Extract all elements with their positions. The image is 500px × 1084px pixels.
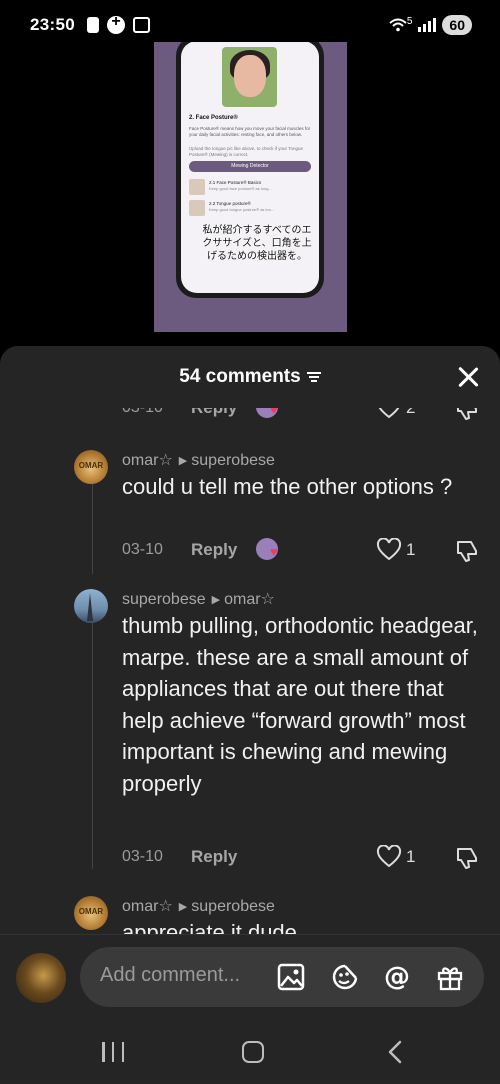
like-count: 1 xyxy=(406,847,416,866)
wifi-icon xyxy=(389,18,407,32)
system-nav-bar xyxy=(0,1018,500,1084)
avatar[interactable]: OMAR xyxy=(74,896,108,930)
comment-author[interactable]: superobese xyxy=(122,591,206,608)
dislike-icon[interactable] xyxy=(454,408,480,427)
signal-icon xyxy=(418,18,437,32)
heart-icon xyxy=(378,408,400,419)
video-list-item: 2.2 Tongue posture® Keep good tongue pos… xyxy=(189,199,311,217)
creator-like-avatar xyxy=(256,408,278,418)
reply-arrow-icon: ▶ xyxy=(211,594,221,606)
network-type: 5 xyxy=(406,15,413,27)
comment-actions: 03-10 Reply 2 xyxy=(122,408,484,422)
heart-icon xyxy=(376,538,402,561)
notification-icon xyxy=(86,17,99,33)
video-paragraph-2: Upload the tongue pic like above, to che… xyxy=(189,146,303,157)
like-button[interactable]: 1 xyxy=(376,538,415,562)
back-icon[interactable] xyxy=(384,1040,408,1064)
close-icon[interactable] xyxy=(456,365,480,389)
sheet-header: 54 comments xyxy=(0,346,500,408)
video-paragraph: Face Posture® means how you move your fa… xyxy=(189,126,311,137)
comment-text: appreciate it dude xyxy=(122,920,297,934)
reply-to-user[interactable]: superobese xyxy=(191,898,275,915)
comments-list[interactable]: 03-10 Reply 2 OMAR omar☆▶superobese coul… xyxy=(0,408,500,934)
reply-arrow-icon: ▶ xyxy=(178,455,188,467)
svg-text:@: @ xyxy=(384,962,410,992)
reply-button[interactable]: Reply xyxy=(191,847,237,867)
like-count: 2 xyxy=(406,408,415,418)
comment-meta: omar☆ ▶ superobese xyxy=(122,450,275,470)
avatar[interactable]: OMAR xyxy=(74,450,108,484)
status-time: 23:50 xyxy=(30,15,75,34)
heart-icon xyxy=(376,845,402,868)
comment-text: thumb pulling, orthodontic headgear, mar… xyxy=(122,613,478,796)
comments-count: 54 comments xyxy=(179,366,301,387)
gift-icon[interactable] xyxy=(435,962,465,992)
comment-date: 03-10 xyxy=(122,408,163,417)
comment-date: 03-10 xyxy=(122,541,163,558)
video-caption-overlay: 私が紹介するすべてのエクササイズと、口角を上げるための検出器を。 xyxy=(202,225,312,262)
home-button[interactable] xyxy=(242,1041,264,1063)
comment-meta: superobese ▶ omar☆ xyxy=(122,589,275,609)
creator-like-avatar xyxy=(256,538,278,560)
comment-placeholder: Add comment... xyxy=(100,964,241,986)
screenshot-icon xyxy=(132,17,150,33)
battery-badge: 60 xyxy=(442,15,472,35)
dislike-icon[interactable] xyxy=(454,845,480,876)
recent-apps-button[interactable] xyxy=(102,1042,124,1062)
app-notification-icon xyxy=(106,13,125,34)
video-preview[interactable]: 2. Face Posture® Face Posture® means how… xyxy=(154,42,347,332)
comment-date: 03-10 xyxy=(122,848,163,865)
comment-author[interactable]: omar☆ xyxy=(122,452,173,469)
like-button[interactable]: 1 xyxy=(376,845,415,869)
reply-arrow-icon: ▶ xyxy=(178,901,188,913)
reply-to-user[interactable]: omar☆ xyxy=(224,591,275,608)
like-count: 1 xyxy=(406,540,416,559)
reply-button[interactable]: Reply xyxy=(191,540,237,560)
like-button[interactable]: 2 xyxy=(376,408,415,420)
comment-text: could u tell me the other options ? xyxy=(122,474,453,499)
comment-input[interactable]: Add comment... @ xyxy=(80,947,484,1007)
face-photo xyxy=(222,47,277,107)
dislike-icon[interactable] xyxy=(454,538,480,569)
emoji-icon[interactable] xyxy=(330,962,360,992)
mention-icon[interactable]: @ xyxy=(382,962,412,992)
thread-line xyxy=(92,589,93,869)
comment-input-bar: Add comment... @ xyxy=(0,934,500,1018)
reply-button[interactable]: Reply xyxy=(191,408,237,418)
comment-actions: 03-10 Reply 1 xyxy=(122,538,484,564)
image-icon[interactable] xyxy=(276,962,306,992)
mewing-detector-button: Mewing Detector xyxy=(189,161,311,172)
comment-actions: 03-10 Reply 1 xyxy=(122,845,484,871)
video-heading: 2. Face Posture® xyxy=(189,115,238,121)
reply-to-user[interactable]: superobese xyxy=(191,452,275,469)
my-avatar[interactable] xyxy=(16,953,66,1003)
video-list-item: 2.1 Face Posture® Basics Keep good face … xyxy=(189,178,311,196)
avatar[interactable] xyxy=(74,589,108,623)
filter-icon[interactable] xyxy=(306,371,321,383)
comment-author[interactable]: omar☆ xyxy=(122,898,173,915)
comment-meta: omar☆ ▶ superobese xyxy=(122,896,275,916)
